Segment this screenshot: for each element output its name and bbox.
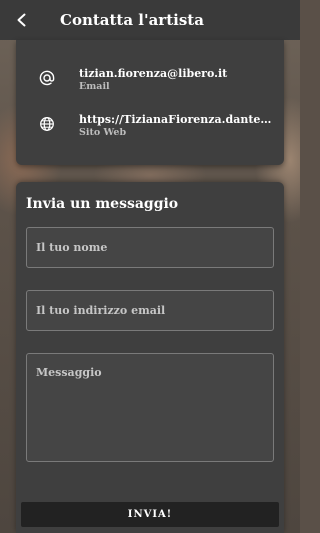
page-title: Contatta l'artista [60, 11, 204, 29]
website-label: Sito Web [79, 127, 127, 138]
website-value: https://TizianaFiorenza.danteb... [79, 113, 279, 126]
message-form-card: Invia un messaggio [16, 182, 284, 533]
email-value: tizian.fiorenza@libero.it [79, 67, 228, 80]
globe-icon [38, 115, 56, 133]
send-button[interactable]: INVIA! [21, 502, 279, 527]
back-button[interactable] [0, 0, 44, 40]
at-sign-icon [38, 69, 56, 87]
chevron-left-icon [17, 13, 26, 27]
email-row[interactable]: tizian.fiorenza@libero.it Email [16, 67, 284, 107]
app-header: Contatta l'artista [0, 0, 300, 40]
email-input[interactable] [26, 290, 274, 331]
website-row[interactable]: https://TizianaFiorenza.danteb... Sito W… [16, 113, 284, 153]
contact-info-card: tizian.fiorenza@libero.it Email https://… [16, 40, 284, 165]
form-title: Invia un messaggio [26, 196, 179, 212]
name-input[interactable] [26, 227, 274, 268]
email-label: Email [79, 81, 110, 92]
message-textarea[interactable] [26, 353, 274, 462]
